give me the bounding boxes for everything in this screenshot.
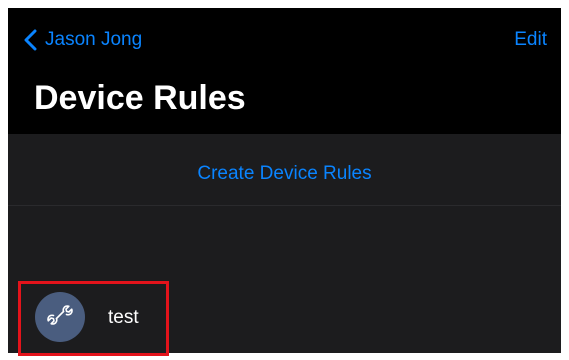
chevron-left-icon: [24, 29, 37, 51]
page-title: Device Rules: [34, 79, 246, 117]
navigation-bar: Jason Jong Edit Device Rules: [8, 8, 561, 134]
back-button[interactable]: Jason Jong: [24, 25, 142, 55]
create-device-rules-button[interactable]: Create Device Rules: [8, 144, 561, 204]
wrench-icon: [47, 302, 73, 333]
avatar: [35, 292, 85, 342]
divider: [8, 205, 561, 206]
list-item[interactable]: test: [8, 278, 561, 353]
back-label: Jason Jong: [45, 29, 143, 50]
create-device-rules-label: Create Device Rules: [197, 163, 372, 184]
device-rules-screen: Jason Jong Edit Device Rules Create Devi…: [8, 8, 561, 353]
rule-name: test: [108, 307, 139, 328]
edit-button[interactable]: Edit: [514, 25, 547, 55]
